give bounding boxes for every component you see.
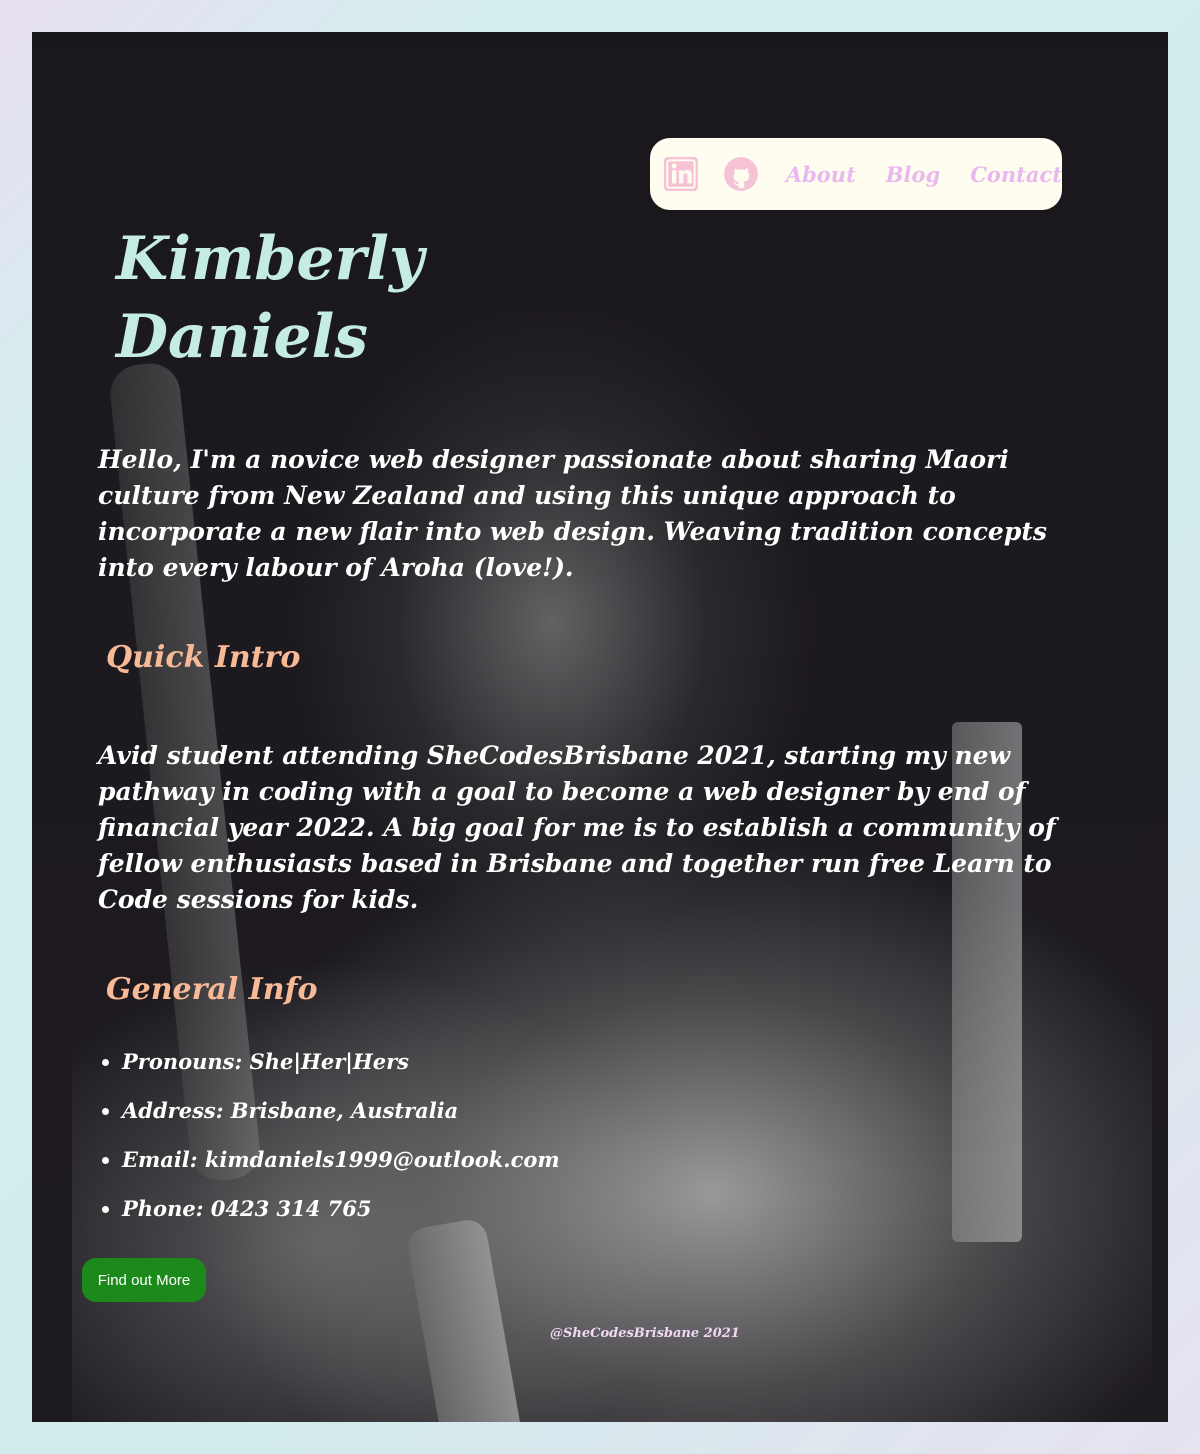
- info-email: Email: kimdaniels1999@outlook.com: [122, 1140, 560, 1189]
- info-phone: Phone: 0423 314 765: [122, 1189, 560, 1238]
- linkedin-icon[interactable]: [664, 156, 698, 192]
- hero-card: About Blog Contact Kimberly Daniels Hell…: [32, 32, 1168, 1422]
- quick-intro-heading: Quick Intro: [106, 640, 301, 675]
- general-info-list: Pronouns: She|Her|Hers Address: Brisbane…: [98, 1042, 560, 1238]
- last-name: Daniels: [116, 302, 369, 372]
- profile-name: Kimberly Daniels: [116, 220, 496, 376]
- first-name: Kimberly: [116, 224, 424, 294]
- nav-link-about[interactable]: About: [786, 162, 856, 187]
- github-icon[interactable]: [723, 156, 758, 192]
- info-address: Address: Brisbane, Australia: [122, 1091, 560, 1140]
- top-nav: About Blog Contact: [650, 138, 1062, 210]
- find-out-more-button[interactable]: Find out More: [82, 1258, 206, 1302]
- footer-credit: @SheCodesBrisbane 2021: [550, 1326, 740, 1341]
- quick-intro-paragraph: Avid student attending SheCodesBrisbane …: [98, 741, 1056, 914]
- nav-link-contact[interactable]: Contact: [970, 162, 1062, 187]
- general-info-heading: General Info: [106, 972, 318, 1007]
- nav-link-blog[interactable]: Blog: [886, 162, 940, 187]
- info-pronouns: Pronouns: She|Her|Hers: [122, 1042, 560, 1091]
- intro-paragraph: Hello, I'm a novice web designer passion…: [98, 445, 1047, 582]
